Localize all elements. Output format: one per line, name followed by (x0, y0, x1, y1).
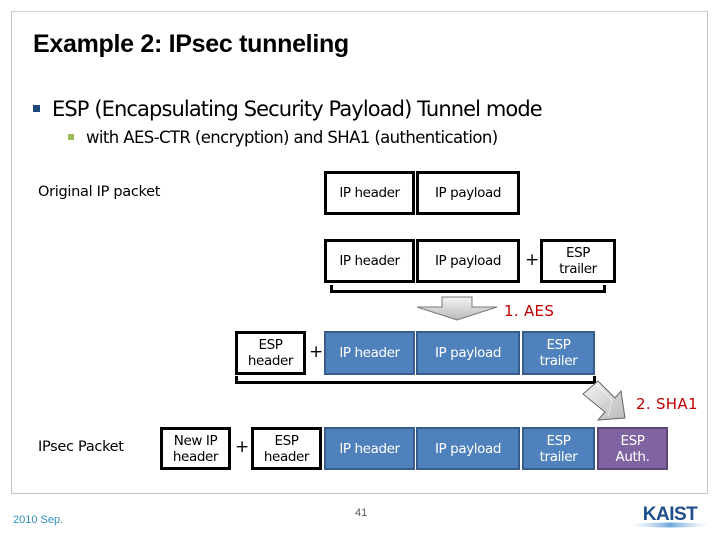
step2-sha1-label: 2. SHA1 (636, 395, 698, 413)
row3-ip-header-box: IP header (324, 331, 415, 375)
row3-ip-payload-box: IP payload (416, 331, 520, 375)
row2-esp-trailer-box: ESP trailer (540, 239, 616, 283)
row4-esp-trailer-box: ESP trailer (522, 427, 595, 470)
row3-bracket (235, 376, 596, 384)
page-number: 41 (355, 507, 368, 519)
step1-aes-label: 1. AES (504, 302, 555, 320)
row3-esp-header-box: ESP header (235, 331, 306, 375)
plus-sign: + (309, 342, 324, 362)
bullet-level-1: ESP (Encapsulating Security Payload) Tun… (33, 97, 543, 121)
arrow-down-icon (416, 296, 498, 321)
bullet-text: ESP (Encapsulating Security Payload) Tun… (52, 97, 543, 121)
row2-bracket (330, 285, 606, 293)
original-ip-packet-label: Original IP packet (38, 184, 161, 200)
row1-ip-header-box: IP header (324, 171, 415, 215)
row4-esp-header-box: ESP header (251, 427, 322, 470)
slide-title: Example 2: IPsec tunneling (33, 30, 349, 58)
footer-date: 2010 Sep. (13, 514, 64, 526)
row2-ip-payload-box: IP payload (416, 239, 520, 283)
arrow-diagonal-icon (582, 380, 626, 421)
bullet-text: with AES-CTR (encryption) and SHA1 (auth… (86, 128, 498, 147)
row4-ip-payload-box: IP payload (416, 427, 520, 470)
logo-text: KAIST (643, 504, 698, 525)
row3-esp-trailer-box: ESP trailer (522, 331, 595, 375)
ipsec-packet-label: IPsec Packet (38, 439, 124, 455)
row1-ip-payload-box: IP payload (416, 171, 520, 215)
row4-ip-header-box: IP header (324, 427, 415, 470)
plus-sign: + (235, 437, 250, 457)
plus-sign: + (525, 250, 540, 270)
square-bullet-icon (33, 104, 40, 112)
bullet-level-2: with AES-CTR (encryption) and SHA1 (auth… (68, 128, 498, 147)
square-bullet-icon (68, 133, 74, 140)
row2-ip-header-box: IP header (324, 239, 415, 283)
row4-new-ip-header-box: New IP header (160, 427, 231, 470)
row4-esp-auth-box: ESP Auth. (597, 427, 668, 470)
kaist-logo-icon: KAIST (632, 504, 708, 528)
